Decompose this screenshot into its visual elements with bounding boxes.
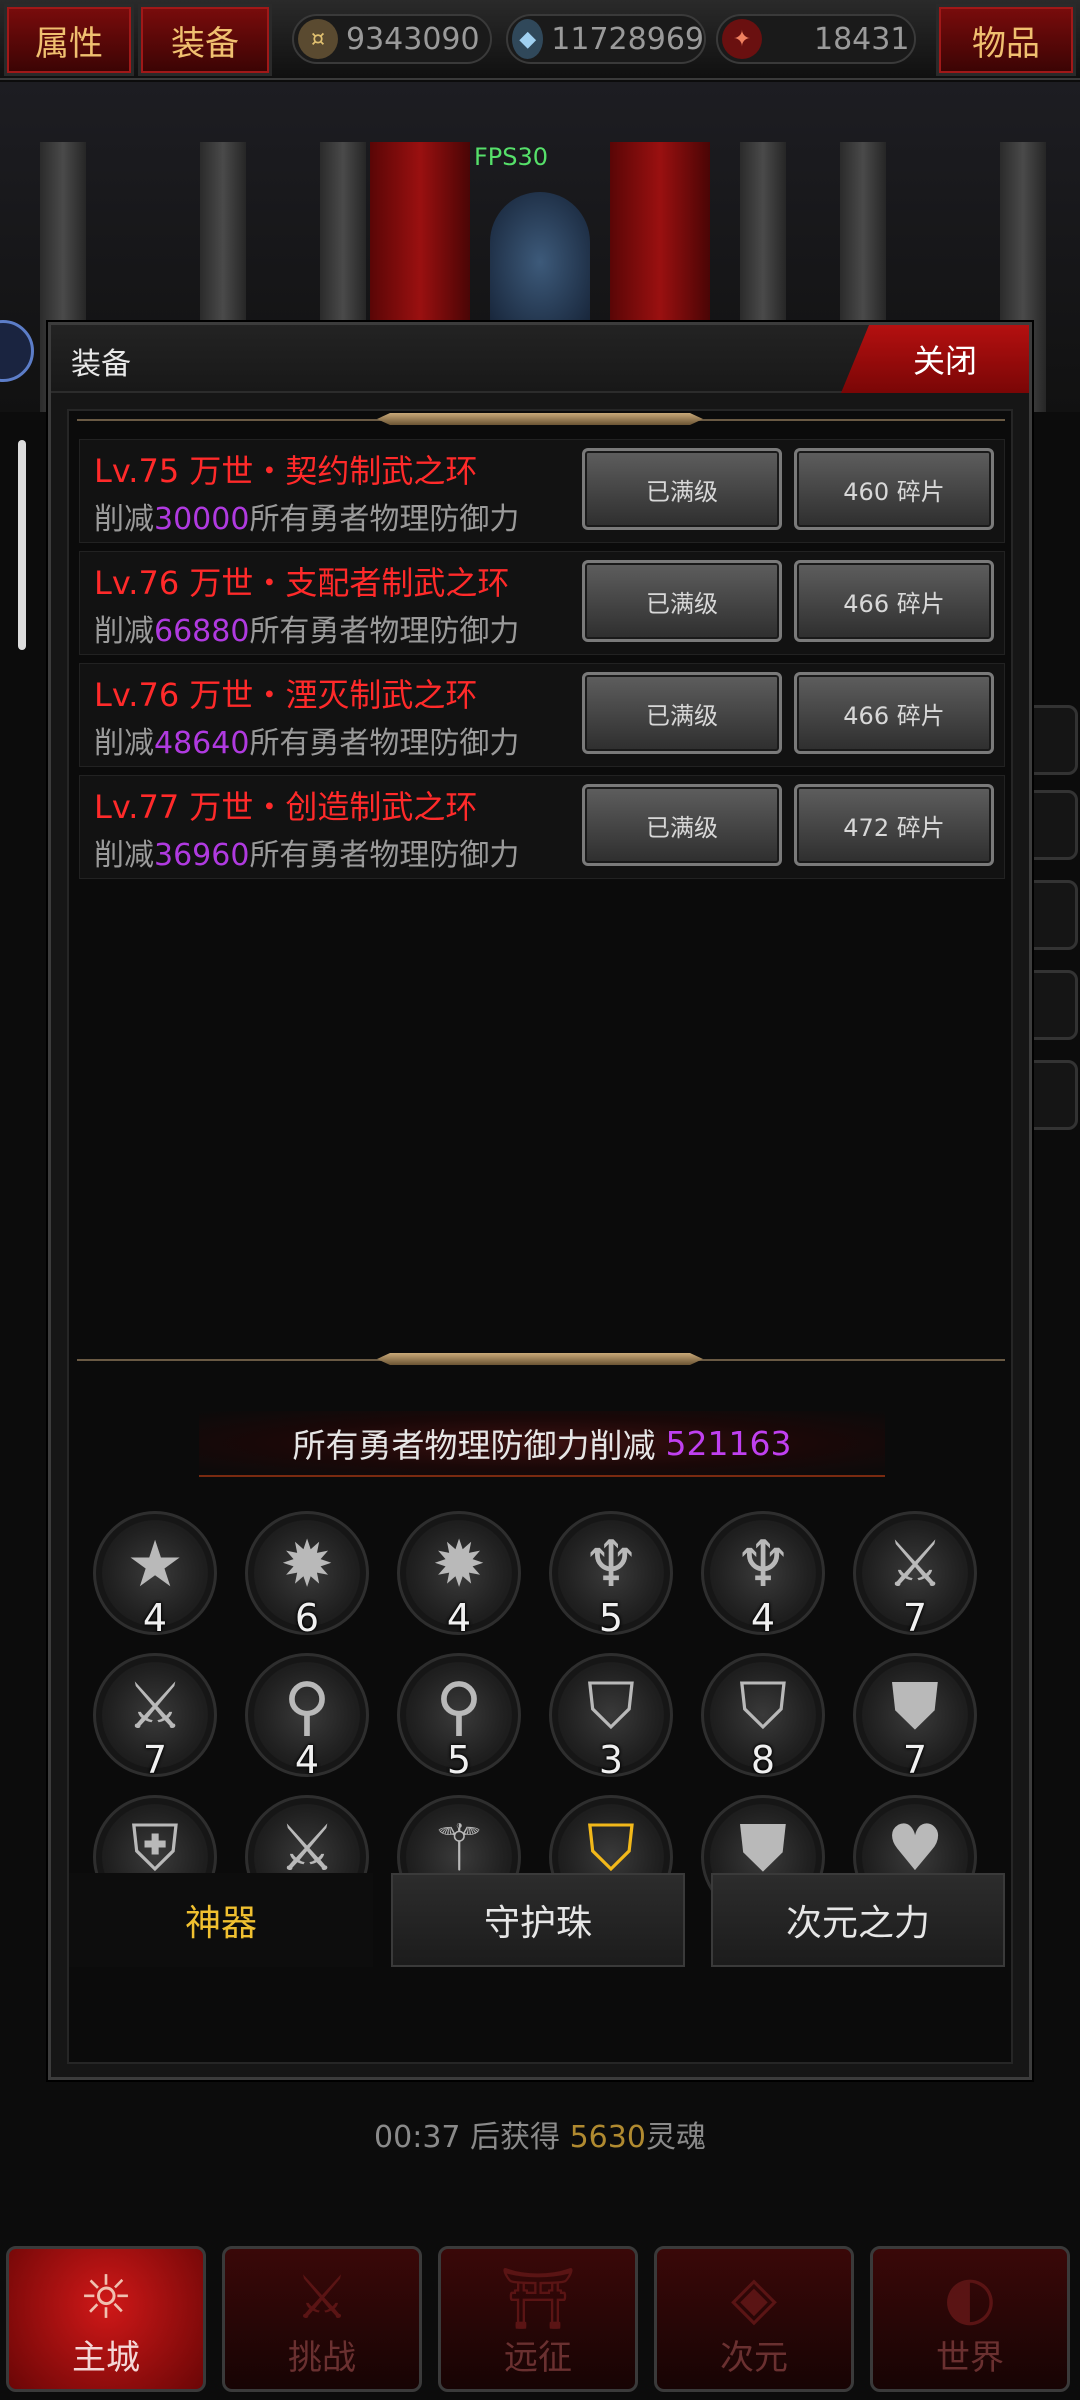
total-value: 521163 bbox=[665, 1423, 792, 1463]
soul-icon: ✦ bbox=[722, 19, 762, 59]
fragment-cost-button[interactable]: 472 碎片 bbox=[794, 784, 994, 866]
crossed-swords-up-icon: ⚔ bbox=[126, 1670, 184, 1744]
artifact-slot[interactable]: ⛉ 8 bbox=[701, 1653, 825, 1782]
item-value: 36960 bbox=[154, 838, 250, 873]
nav-expedition[interactable]: ⛩ 远征 bbox=[438, 2246, 638, 2392]
list-item: Lv.76 万世・支配者制武之环 削减66880所有勇者物理防御力 已满级 46… bbox=[79, 551, 1005, 655]
fps-counter: FPS30 bbox=[474, 143, 549, 171]
item-name: Lv.75 万世・契约制武之环 bbox=[94, 452, 478, 490]
list-item: Lv.76 万世・湮灭制武之环 削减48640所有勇者物理防御力 已满级 466… bbox=[79, 663, 1005, 767]
spiked-ball-up-icon: ✹ bbox=[432, 1528, 486, 1602]
tab-dimension-power[interactable]: 次元之力 bbox=[711, 1873, 1005, 1967]
spiked-ball-icon: ✹ bbox=[280, 1528, 334, 1602]
item-description: 削减36960所有勇者物理防御力 bbox=[94, 838, 520, 873]
horned-helmet-up-icon: ♆ bbox=[734, 1528, 792, 1602]
rune-icon: ◈ bbox=[730, 2263, 778, 2333]
artifact-slot[interactable]: ♆ 4 bbox=[701, 1511, 825, 1640]
nav-challenge[interactable]: ⚔ 挑战 bbox=[222, 2246, 422, 2392]
tab-guardian-orb[interactable]: 守护珠 bbox=[391, 1873, 685, 1967]
item-name: Lv.76 万世・湮灭制武之环 bbox=[94, 676, 478, 714]
timer-time: 00:37 bbox=[374, 2120, 461, 2155]
item-value: 30000 bbox=[154, 502, 250, 537]
side-scrollbar[interactable] bbox=[18, 440, 26, 650]
top-bar: 属性 装备 ¤ 9343090 ◆ 11728969 ✦ 18431 物品 bbox=[0, 0, 1080, 80]
total-label: 所有勇者物理防御力削减 bbox=[292, 1426, 656, 1465]
artifact-slot[interactable]: ⚲ 4 bbox=[245, 1653, 369, 1782]
globe-icon: ◐ bbox=[943, 2263, 997, 2333]
artifact-slot[interactable]: ✹ 6 bbox=[245, 1511, 369, 1640]
artifact-slot[interactable]: ★ 4 bbox=[93, 1511, 217, 1640]
equipment-panel: Lv.75 万世・契约制武之环 削减30000所有勇者物理防御力 已满级 460… bbox=[67, 409, 1013, 2064]
artifact-slot[interactable]: ⛊ 7 bbox=[853, 1653, 977, 1782]
horned-helmet-icon: ♆ bbox=[582, 1528, 640, 1602]
artifact-slot[interactable]: ♆ 5 bbox=[549, 1511, 673, 1640]
equipment-dialog: 装备 关闭 Lv.75 万世・契约制武之环 削减30000所有勇者物理防御力 已… bbox=[48, 322, 1032, 2080]
soul-counter: ✦ 18431 bbox=[716, 14, 916, 64]
nav-world[interactable]: ◐ 世界 bbox=[870, 2246, 1070, 2392]
nav-dimension[interactable]: ◈ 次元 bbox=[654, 2246, 854, 2392]
list-item: Lv.75 万世・契约制武之环 削减30000所有勇者物理防御力 已满级 460… bbox=[79, 439, 1005, 543]
item-description: 削减66880所有勇者物理防御力 bbox=[94, 614, 520, 649]
ornament-divider bbox=[77, 419, 1005, 421]
max-level-button[interactable]: 已满级 bbox=[582, 560, 782, 642]
crossed-swords-icon: ⚔ bbox=[886, 1528, 944, 1602]
bottom-nav: ☼ 主城 ⚔ 挑战 ⛩ 远征 ◈ 次元 ◐ 世界 bbox=[0, 2240, 1080, 2400]
sun-icon: ☼ bbox=[79, 2263, 133, 2333]
diamond-icon: ◆ bbox=[512, 19, 544, 59]
soul-value: 18431 bbox=[814, 21, 910, 57]
artifact-slot[interactable]: ⚲ 5 bbox=[397, 1653, 521, 1782]
artifact-slot[interactable]: ✹ 4 bbox=[397, 1511, 521, 1640]
diamond-value: 11728969 bbox=[551, 21, 704, 57]
eye-staff-icon: ⚲ bbox=[283, 1670, 331, 1744]
list-item: Lv.77 万世・创造制武之环 削减36960所有勇者物理防御力 已满级 472… bbox=[79, 775, 1005, 879]
round-shield-icon: ⛊ bbox=[891, 1670, 939, 1744]
max-level-button[interactable]: 已满级 bbox=[582, 784, 782, 866]
fragment-cost-button[interactable]: 460 碎片 bbox=[794, 448, 994, 530]
gold-counter: ¤ 9343090 bbox=[292, 14, 492, 64]
fragment-cost-button[interactable]: 466 碎片 bbox=[794, 560, 994, 642]
max-level-button[interactable]: 已满级 bbox=[582, 672, 782, 754]
item-value: 48640 bbox=[154, 726, 250, 761]
timer-amount: 5630 bbox=[569, 2120, 646, 2155]
artifact-slot[interactable]: ⛉ 3 bbox=[549, 1653, 673, 1782]
total-reduction: 所有勇者物理防御力削减 521163 bbox=[199, 1411, 885, 1477]
close-button[interactable]: 关闭 bbox=[841, 325, 1029, 393]
artifact-slot[interactable]: ⚔ 7 bbox=[93, 1653, 217, 1782]
artifact-slot[interactable]: ⚔ 7 bbox=[853, 1511, 977, 1640]
shield-icon: ⛉ bbox=[587, 1670, 635, 1744]
dialog-title: 装备 bbox=[71, 347, 131, 382]
dialog-header: 装备 关闭 bbox=[51, 325, 1029, 393]
shield-up-icon: ⛉ bbox=[739, 1670, 787, 1744]
star-icon: ★ bbox=[126, 1528, 184, 1602]
offline-reward-timer: 00:37 后获得 5630灵魂 bbox=[374, 2120, 706, 2155]
item-value: 66880 bbox=[154, 614, 250, 649]
item-description: 削减30000所有勇者物理防御力 bbox=[94, 502, 520, 537]
item-description: 削减48640所有勇者物理防御力 bbox=[94, 726, 520, 761]
tab-artifact[interactable]: 神器 bbox=[69, 1873, 373, 1967]
swords-icon: ⚔ bbox=[295, 2263, 349, 2333]
nav-main-city[interactable]: ☼ 主城 bbox=[6, 2246, 206, 2392]
item-name: Lv.76 万世・支配者制武之环 bbox=[94, 564, 510, 602]
diamond-counter: ◆ 11728969 bbox=[506, 14, 706, 64]
items-tab-button[interactable]: 物品 bbox=[936, 4, 1076, 76]
fragment-cost-button[interactable]: 466 碎片 bbox=[794, 672, 994, 754]
max-level-button[interactable]: 已满级 bbox=[582, 448, 782, 530]
attributes-tab-button[interactable]: 属性 bbox=[4, 4, 134, 76]
gold-coin-icon: ¤ bbox=[298, 19, 338, 59]
gold-value: 9343090 bbox=[346, 21, 480, 57]
equipment-tab-button[interactable]: 装备 bbox=[138, 4, 272, 76]
ornament-divider bbox=[77, 1359, 1005, 1361]
gate-icon: ⛩ bbox=[499, 2264, 577, 2334]
eye-staff-up-icon: ⚲ bbox=[435, 1670, 483, 1744]
item-name: Lv.77 万世・创造制武之环 bbox=[94, 788, 478, 826]
